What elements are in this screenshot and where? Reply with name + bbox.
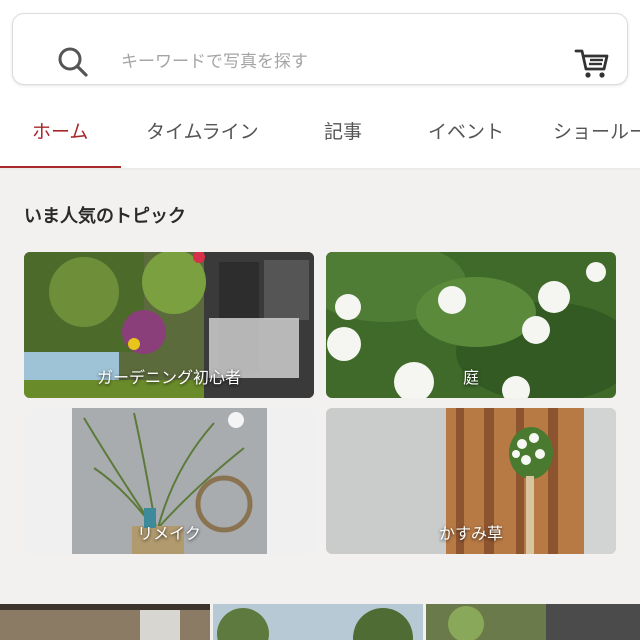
tab-events[interactable]: イベント <box>428 104 504 170</box>
search-input[interactable] <box>121 42 541 82</box>
search-icon[interactable] <box>55 44 91 80</box>
tab-timeline[interactable]: タイムライン <box>146 104 259 170</box>
topic-tile-gardening-beginner[interactable]: ガーデニング初心者 <box>24 252 314 398</box>
feed-thumbnail[interactable] <box>426 604 640 640</box>
section-title: いま人気のトピック <box>24 206 186 227</box>
tab-articles[interactable]: 記事 <box>324 104 362 170</box>
app-header: ホーム タイムライン 記事 イベント ショールー <box>0 0 640 170</box>
topic-tile-remake[interactable]: リメイク <box>24 408 314 554</box>
tab-home[interactable]: ホーム <box>32 104 88 170</box>
tab-bar: ホーム タイムライン 記事 イベント ショールー <box>0 104 640 170</box>
topic-label: かすみ草 <box>438 524 503 543</box>
topic-tile-kasumisou[interactable]: かすみ草 <box>326 408 616 554</box>
topic-label: 庭 <box>462 368 479 387</box>
topic-label: ガーデニング初心者 <box>96 368 241 387</box>
topic-label: リメイク <box>137 524 201 543</box>
cart-icon[interactable] <box>573 44 611 82</box>
search-bar[interactable] <box>12 13 628 85</box>
tab-showroom[interactable]: ショールー <box>553 104 640 170</box>
topic-tile-garden[interactable]: 庭 <box>326 252 616 398</box>
tabs-divider <box>0 168 640 170</box>
feed-thumbnail[interactable] <box>213 604 423 640</box>
feed-thumbnail[interactable] <box>0 604 210 640</box>
photo-feed-strip <box>0 604 640 640</box>
